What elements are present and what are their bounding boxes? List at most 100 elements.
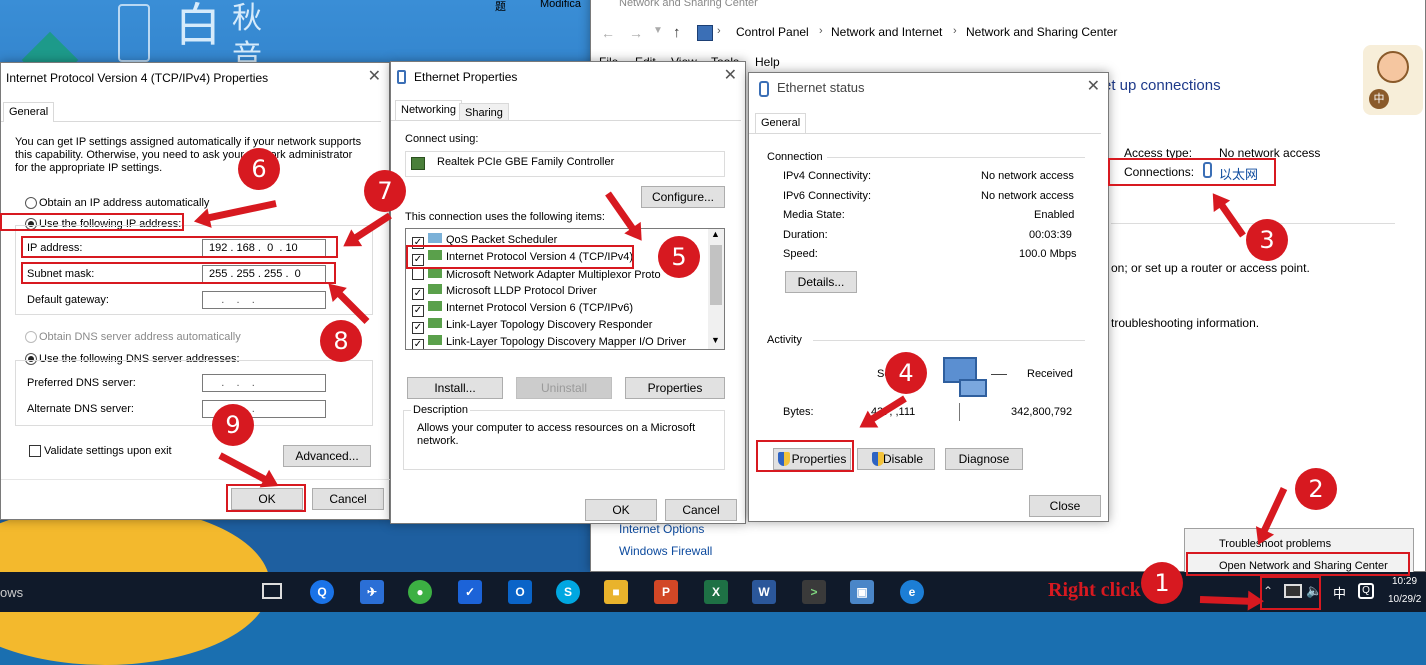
install-button[interactable]: Install... bbox=[407, 377, 503, 399]
up-arrow-icon[interactable]: ↑ bbox=[673, 24, 681, 41]
list-item-label: Internet Protocol Version 6 (TCP/IPv6) bbox=[446, 302, 634, 314]
uninstall-button: Uninstall bbox=[516, 377, 612, 399]
excel-icon[interactable]: X bbox=[704, 580, 728, 604]
recent-chevron-icon[interactable]: ▼ bbox=[653, 25, 663, 36]
cancel-button[interactable]: Cancel bbox=[312, 488, 384, 510]
protocol-icon bbox=[428, 318, 442, 328]
breadcrumb-control-panel[interactable]: Control Panel bbox=[736, 25, 809, 39]
list-item[interactable]: ✓ Link-Layer Topology Discovery Mapper I/… bbox=[406, 334, 687, 349]
menu-help[interactable]: Help bbox=[755, 55, 780, 69]
protocol-icon bbox=[428, 284, 442, 294]
radio-obtain-ip-label: Obtain an IP address automatically bbox=[39, 197, 210, 209]
advanced-button[interactable]: Advanced... bbox=[283, 445, 371, 467]
setup-router-text: on; or set up a router or access point. bbox=[1111, 261, 1310, 275]
scroll-thumb[interactable] bbox=[710, 245, 722, 305]
highlight-open-center bbox=[1186, 552, 1410, 576]
menu-item-troubleshoot[interactable]: Troubleshoot problems bbox=[1219, 538, 1331, 550]
security-shield-icon[interactable]: ✓ bbox=[458, 580, 482, 604]
troubleshoot-text: troubleshooting information. bbox=[1111, 316, 1260, 330]
breadcrumb-network-internet[interactable]: Network and Internet bbox=[831, 25, 942, 39]
scroll-up-icon[interactable]: ▲ bbox=[711, 229, 720, 239]
tab-strip bbox=[391, 120, 741, 121]
connect-using-label: Connect using: bbox=[405, 133, 479, 145]
ipv4-connectivity-value: No network access bbox=[981, 170, 1074, 182]
forward-arrow-icon[interactable]: → bbox=[629, 25, 643, 41]
received-label: Received bbox=[1027, 368, 1073, 380]
windows-firewall-link[interactable]: Windows Firewall bbox=[619, 544, 712, 558]
duration-value: 00:03:39 bbox=[1029, 229, 1072, 241]
terminal-icon[interactable]: > bbox=[802, 580, 826, 604]
details-button[interactable]: Details... bbox=[785, 271, 857, 293]
diagnose-button[interactable]: Diagnose bbox=[945, 448, 1023, 470]
gateway-label: Default gateway: bbox=[27, 294, 109, 306]
step-badge-8: 8 bbox=[320, 320, 362, 362]
list-item[interactable]: ✓ Internet Protocol Version 6 (TCP/IPv6) bbox=[406, 300, 633, 317]
preferred-dns-field[interactable]: . . . bbox=[202, 374, 326, 392]
clock-time[interactable]: 10:29 bbox=[1392, 576, 1417, 587]
properties-button[interactable]: Properties bbox=[625, 377, 725, 399]
radio-obtain-ip[interactable] bbox=[25, 197, 37, 209]
list-item[interactable]: ✓ Link-Layer Topology Discovery Responder bbox=[406, 317, 652, 334]
tab-sharing[interactable]: Sharing bbox=[459, 103, 509, 120]
desktop-fragment-1: 题 bbox=[495, 1, 506, 13]
right-click-label: Right click bbox=[1048, 579, 1141, 601]
ethernet-title-icon bbox=[759, 81, 769, 97]
bytes-label: Bytes: bbox=[783, 406, 814, 418]
breadcrumb-chevron-icon: › bbox=[717, 25, 721, 37]
ime-indicator[interactable]: 中 bbox=[1333, 583, 1346, 602]
desktop-fragment-2: Modifica bbox=[540, 0, 581, 10]
outlook-icon[interactable]: O bbox=[508, 580, 532, 604]
cancel-button[interactable]: Cancel bbox=[665, 499, 737, 521]
file-explorer-icon[interactable]: ■ bbox=[604, 580, 628, 604]
gateway-field[interactable]: . . . bbox=[202, 291, 326, 309]
logo-char-1: 白 bbox=[175, 0, 221, 52]
validate-checkbox[interactable] bbox=[29, 445, 41, 457]
speed-label: Speed: bbox=[783, 248, 818, 260]
tencent-logo bbox=[118, 4, 150, 62]
dialog-title: Ethernet Properties bbox=[414, 70, 518, 84]
internet-options-link[interactable]: Internet Options bbox=[619, 522, 704, 536]
word-icon[interactable]: W bbox=[752, 580, 776, 604]
tab-strip bbox=[1, 121, 381, 122]
ethernet-properties-dialog: Ethernet Properties ✕ Networking Sharing… bbox=[390, 61, 746, 524]
tab-general[interactable]: General bbox=[755, 113, 807, 133]
ethernet-title-icon bbox=[397, 70, 406, 84]
protocol-icon bbox=[428, 301, 442, 311]
preferred-dns-label: Preferred DNS server: bbox=[27, 377, 136, 389]
close-button[interactable]: Close bbox=[1029, 495, 1101, 517]
radio-obtain-dns-label: Obtain DNS server address automatically bbox=[39, 331, 241, 343]
search-q-icon[interactable]: Q bbox=[1358, 583, 1374, 599]
close-icon[interactable]: ✕ bbox=[368, 69, 381, 85]
network-computers-icon-2 bbox=[959, 379, 987, 397]
powerpoint-icon[interactable]: P bbox=[654, 580, 678, 604]
edge-icon[interactable]: e bbox=[900, 580, 924, 604]
list-item-label: Link-Layer Topology Discovery Mapper I/O… bbox=[446, 336, 687, 348]
task-view-icon[interactable] bbox=[262, 583, 282, 599]
back-arrow-icon[interactable]: ← bbox=[601, 25, 615, 41]
scroll-down-icon[interactable]: ▼ bbox=[711, 335, 720, 345]
disable-button[interactable]: Disable bbox=[857, 448, 935, 470]
configure-button[interactable]: Configure... bbox=[641, 186, 725, 208]
mail-app-icon[interactable]: ✈ bbox=[360, 580, 384, 604]
skype-icon[interactable]: S bbox=[556, 580, 580, 604]
items-label: This connection uses the following items… bbox=[405, 211, 605, 223]
wechat-icon[interactable]: ● bbox=[408, 580, 432, 604]
browser-icon[interactable]: Q bbox=[310, 580, 334, 604]
clock-date[interactable]: 10/29/2 bbox=[1388, 594, 1421, 605]
speed-value: 100.0 Mbps bbox=[1019, 248, 1077, 260]
close-icon[interactable]: ✕ bbox=[1087, 79, 1100, 95]
close-icon[interactable]: ✕ bbox=[724, 68, 737, 84]
network-control-icon[interactable]: ▣ bbox=[850, 580, 874, 604]
list-item[interactable]: ✓ Microsoft LLDP Protocol Driver bbox=[406, 283, 597, 300]
tab-networking[interactable]: Networking bbox=[395, 100, 463, 120]
radio-obtain-dns[interactable] bbox=[25, 331, 37, 343]
list-item-label: Microsoft Network Adapter Multiplexor Pr… bbox=[446, 269, 661, 281]
breadcrumb-separator-icon-2: › bbox=[953, 25, 957, 37]
ok-button[interactable]: OK bbox=[585, 499, 657, 521]
media-state-value: Enabled bbox=[1034, 209, 1075, 221]
list-scrollbar[interactable]: ▲ ▼ bbox=[708, 229, 724, 349]
tab-general[interactable]: General bbox=[3, 102, 55, 122]
dialog-title: Ethernet status bbox=[777, 80, 865, 95]
breadcrumb-sharing-center[interactable]: Network and Sharing Center bbox=[966, 25, 1117, 39]
description-text: Allows your computer to access resources… bbox=[417, 422, 696, 447]
